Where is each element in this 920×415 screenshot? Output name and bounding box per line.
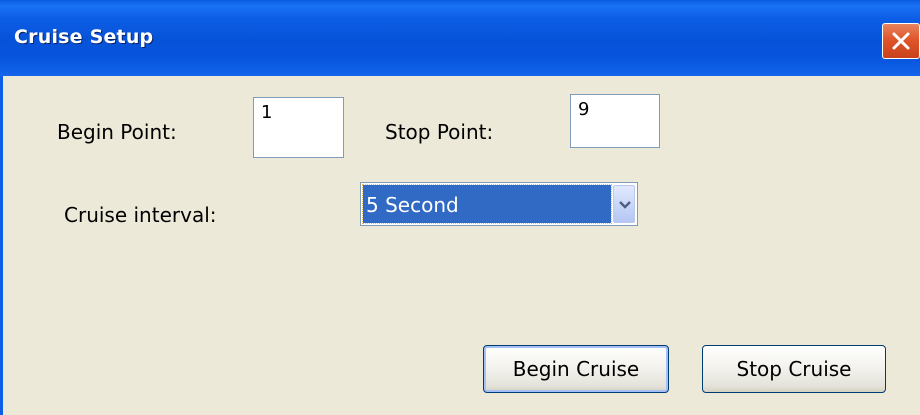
stop-point-input[interactable]: 9 — [570, 94, 660, 148]
close-button[interactable] — [882, 23, 920, 59]
chevron-down-icon — [619, 201, 631, 209]
begin-cruise-button[interactable]: Begin Cruise — [483, 345, 669, 393]
cruise-interval-selected-value[interactable]: 5 Second — [362, 184, 612, 224]
cruise-interval-label: Cruise interval: — [64, 203, 217, 227]
close-icon — [892, 32, 910, 50]
cruise-interval-select[interactable]: 5 Second — [360, 182, 638, 226]
dropdown-button[interactable] — [613, 185, 635, 223]
window-title: Cruise Setup — [14, 26, 154, 48]
stop-cruise-button[interactable]: Stop Cruise — [702, 345, 886, 393]
begin-point-input[interactable]: 1 — [253, 97, 344, 158]
begin-point-label: Begin Point: — [57, 120, 177, 144]
stop-point-label: Stop Point: — [385, 120, 494, 144]
title-bar[interactable]: Cruise Setup — [0, 0, 920, 76]
window-border — [0, 76, 3, 415]
cruise-setup-dialog: Cruise Setup Begin Point: 1 Stop Point: … — [0, 0, 920, 415]
